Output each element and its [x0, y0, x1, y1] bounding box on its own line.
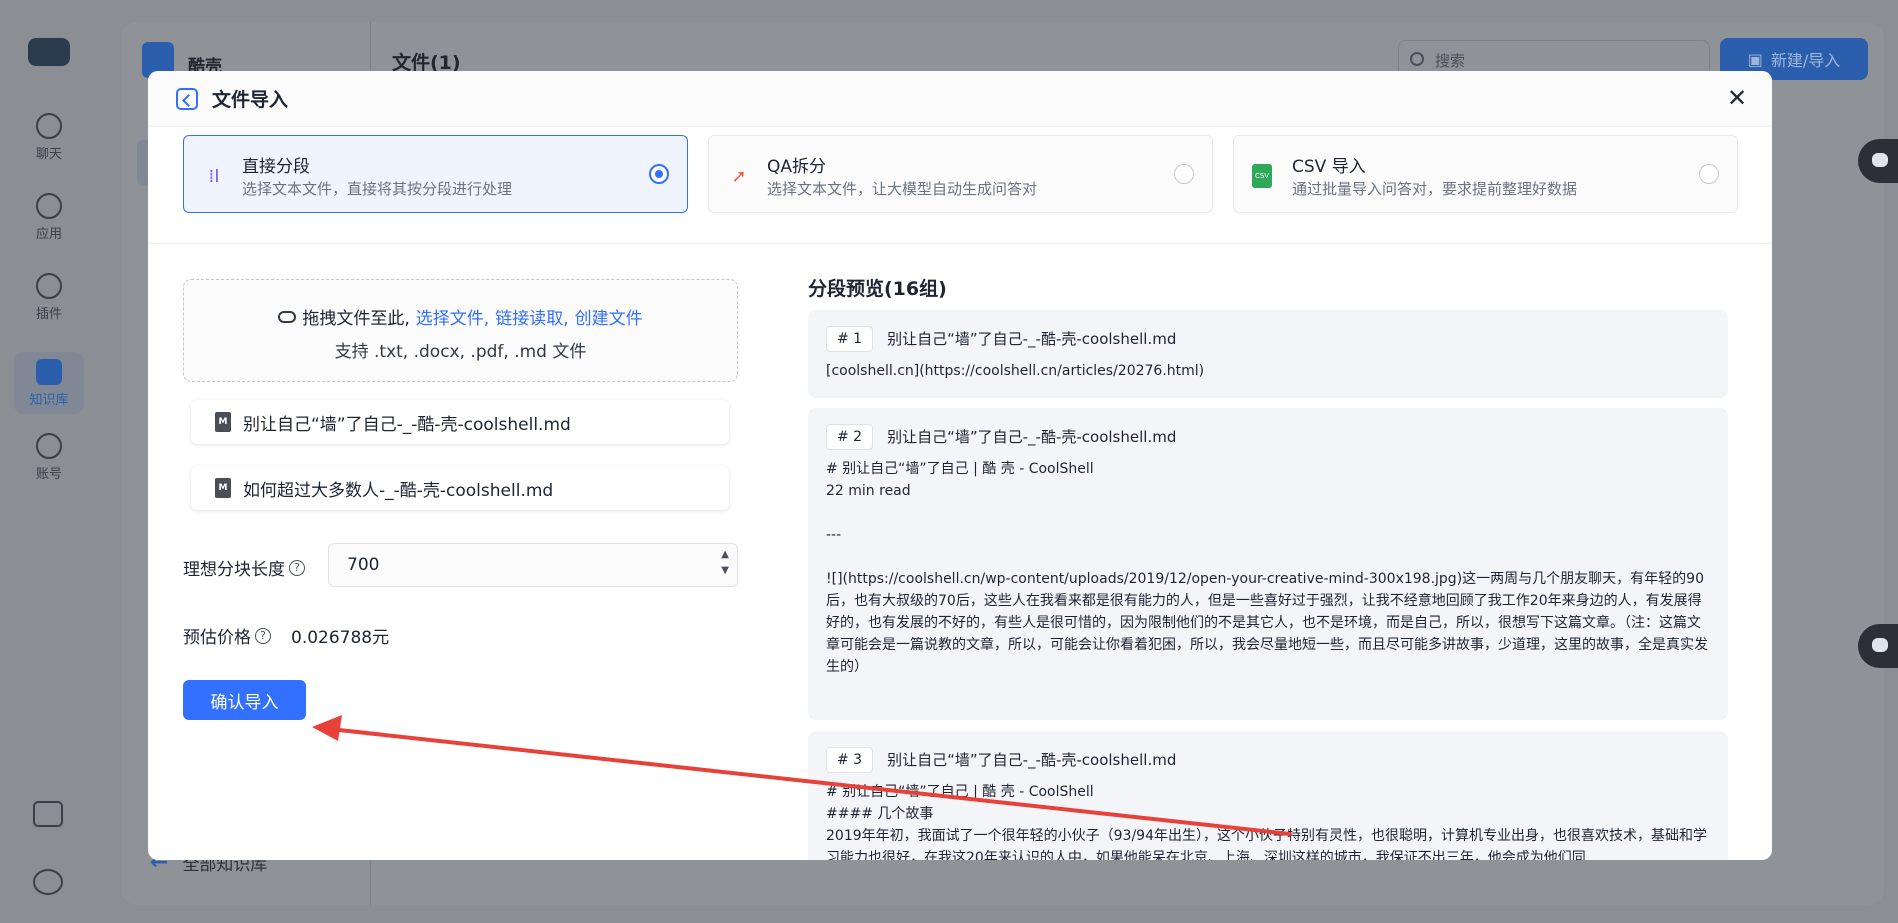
database-icon	[36, 358, 62, 385]
select-file-link[interactable]: 选择文件,	[416, 304, 489, 329]
robot-icon	[36, 192, 62, 219]
radio-button[interactable]	[1174, 164, 1194, 184]
close-icon[interactable]: ✕	[1722, 83, 1752, 113]
new-import-label: 新建/导入	[1770, 51, 1841, 70]
create-file-link[interactable]: 创建文件	[575, 304, 643, 329]
chat-icon	[36, 112, 62, 139]
search-icon	[1410, 52, 1424, 66]
github-icon[interactable]	[33, 869, 63, 895]
markdown-file-icon: M	[215, 412, 231, 432]
chunk-card: # 1 别让自己“墙”了自己-_-酷-壳-coolshell.md [cools…	[808, 310, 1728, 398]
chunk-length-row: 理想分块长度 ?	[183, 555, 305, 580]
chunk-text: # 别让自己“墙”了自己 | 酷 壳 - CoolShell #### 几个故事…	[826, 784, 1707, 860]
import-type-direct[interactable]: ⁞I 直接分段 选择文本文件，直接将其按分段进行处理	[183, 135, 688, 213]
nav-chat-label: 聊天	[35, 146, 62, 162]
chunk-length-input[interactable]: 700 ▲ ▼	[328, 543, 738, 587]
chunk-length-label: 理想分块长度	[183, 560, 285, 580]
chunk-index: # 2	[826, 424, 874, 450]
text-split-icon: ⁞I	[208, 165, 220, 187]
file-drop-zone[interactable]: 拖拽文件至此, 选择文件, 链接读取, 创建文件 支持 .txt, .docx,…	[183, 279, 738, 382]
radio-button[interactable]	[649, 164, 669, 184]
chunk-length-value: 700	[347, 555, 380, 575]
url-read-link[interactable]: 链接读取,	[495, 304, 568, 329]
import-type-desc: 通过批量导入问答对，要求提前整理好数据	[1292, 180, 1578, 198]
user-avatar[interactable]	[28, 38, 70, 66]
rocket-icon: ➚	[731, 165, 747, 187]
markdown-file-icon: M	[215, 478, 231, 498]
chatbot-icon[interactable]	[1858, 139, 1898, 183]
nav-apps-label: 应用	[35, 226, 62, 242]
import-type-selector: ⁞I 直接分段 选择文本文件，直接将其按分段进行处理 ➚ QA拆分 选择文本文件…	[183, 135, 1738, 213]
user-icon	[36, 432, 62, 459]
nav-apps[interactable]: 应用	[14, 186, 84, 248]
radio-button[interactable]	[1699, 164, 1719, 184]
left-navigation: 聊天 应用 插件 知识库 账号	[0, 0, 97, 923]
modal-header: 文件导入 ✕	[148, 71, 1772, 127]
chunk-text: [coolshell.cn](https://coolshell.cn/arti…	[826, 363, 1205, 379]
nav-knowledge[interactable]: 知识库	[14, 352, 84, 414]
chunk-source-file: 别让自己“墙”了自己-_-酷-壳-coolshell.md	[887, 751, 1177, 769]
import-type-title: CSV 导入	[1292, 157, 1366, 177]
help-icon[interactable]: ?	[289, 559, 305, 576]
chunk-card: # 2 别让自己“墙”了自己-_-酷-壳-coolshell.md # 别让自己…	[808, 408, 1728, 720]
import-logo-icon	[176, 87, 198, 110]
stepper-up-icon[interactable]: ▲	[721, 550, 729, 560]
confirm-import-button[interactable]: 确认导入	[183, 680, 306, 720]
file-import-modal: 文件导入 ✕ ⁞I 直接分段 选择文本文件，直接将其按分段进行处理 ➚ QA拆分…	[148, 71, 1772, 860]
chunk-card: # 3 别让自己“墙”了自己-_-酷-壳-coolshell.md # 别让自己…	[808, 731, 1728, 860]
number-stepper[interactable]: ▲ ▼	[721, 550, 729, 576]
nav-account[interactable]: 账号	[14, 426, 84, 488]
chunk-source-file: 别让自己“墙”了自己-_-酷-壳-coolshell.md	[887, 330, 1177, 348]
price-value: 0.026788元	[291, 628, 390, 648]
import-type-csv[interactable]: CSV CSV 导入 通过批量导入问答对，要求提前整理好数据	[1233, 135, 1738, 213]
cloud-upload-icon	[278, 310, 297, 323]
drop-hint: 拖拽文件至此,	[302, 309, 410, 329]
puzzle-icon	[36, 272, 62, 299]
file-list-item[interactable]: M 别让自己“墙”了自己-_-酷-壳-coolshell.md	[191, 400, 729, 444]
csv-file-icon: CSV	[1252, 164, 1272, 188]
price-label: 预估价格	[183, 628, 251, 648]
nav-chat[interactable]: 聊天	[14, 106, 84, 168]
import-type-desc: 选择文本文件，直接将其按分段进行处理	[242, 180, 513, 198]
stepper-down-icon[interactable]: ▼	[721, 566, 729, 576]
nav-account-label: 账号	[35, 466, 62, 482]
price-row: 预估价格 ? 0.026788元	[183, 623, 389, 648]
supported-formats: 支持 .txt, .docx, .pdf, .md 文件	[334, 342, 587, 362]
chunk-text: # 别让自己“墙”了自己 | 酷 壳 - CoolShell 22 min re…	[826, 461, 1708, 675]
import-type-title: 直接分段	[242, 157, 310, 177]
file-name: 别让自己“墙”了自己-_-酷-壳-coolshell.md	[243, 414, 571, 435]
chunk-source-file: 别让自己“墙”了自己-_-酷-壳-coolshell.md	[887, 428, 1177, 446]
import-type-desc: 选择文本文件，让大模型自动生成问答对	[767, 180, 1038, 198]
docs-icon[interactable]	[33, 801, 63, 827]
preview-title: 分段预览(16组)	[808, 278, 947, 300]
chatbot-icon[interactable]	[1858, 624, 1898, 668]
nav-plugins[interactable]: 插件	[14, 266, 84, 328]
chunk-index: # 3	[826, 747, 874, 773]
import-type-title: QA拆分	[767, 157, 827, 177]
help-icon[interactable]: ?	[255, 627, 271, 644]
file-list-item[interactable]: M 如何超过大多数人-_-酷-壳-coolshell.md	[191, 466, 729, 510]
divider	[148, 243, 1772, 244]
nav-knowledge-label: 知识库	[29, 392, 69, 408]
nav-plugins-label: 插件	[35, 306, 62, 322]
chunk-index: # 1	[826, 326, 874, 352]
import-type-qa[interactable]: ➚ QA拆分 选择文本文件，让大模型自动生成问答对	[708, 135, 1213, 213]
folder-plus-icon: ▣	[1747, 49, 1763, 69]
modal-title: 文件导入	[212, 89, 289, 111]
file-name: 如何超过大多数人-_-酷-壳-coolshell.md	[243, 480, 554, 501]
